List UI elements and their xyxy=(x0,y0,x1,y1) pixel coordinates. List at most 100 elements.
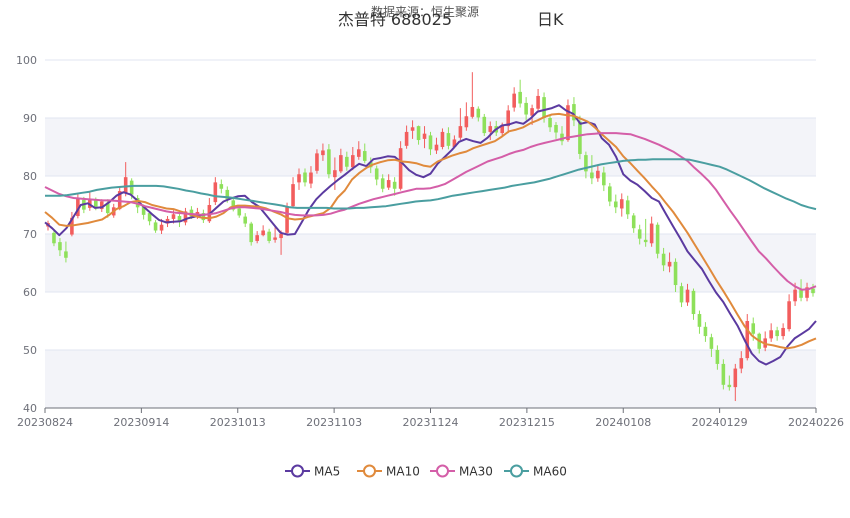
kline-chart: 数据来源：恒生聚源 杰普特 688025 日K 405060708090100 … xyxy=(16,4,844,479)
candle-body xyxy=(398,148,403,189)
chart-title-suffix: 日K xyxy=(537,10,564,29)
candle-body xyxy=(655,224,660,254)
legend[interactable]: MA5 MA10 MA30 MA60 xyxy=(285,464,567,479)
legend-item-ma60[interactable]: MA60 xyxy=(504,464,567,479)
candle-body xyxy=(129,180,134,195)
candle-body xyxy=(775,330,779,337)
candle-body xyxy=(374,168,379,180)
candle-body xyxy=(536,95,540,109)
candle-body xyxy=(649,223,654,244)
candle-body xyxy=(422,133,427,139)
grid-band xyxy=(45,234,816,292)
x-tick-label: 20230914 xyxy=(113,416,169,429)
legend-marker xyxy=(510,464,523,478)
grid-band xyxy=(45,350,816,408)
candle-body xyxy=(428,135,433,150)
candle-body xyxy=(799,289,803,298)
candle-body xyxy=(619,199,624,209)
candle-body xyxy=(362,151,367,161)
candle-body xyxy=(94,200,98,207)
candle-body xyxy=(512,93,516,108)
x-tick-label: 20231013 xyxy=(210,416,266,429)
candle-body xyxy=(691,290,696,315)
candle-body xyxy=(345,156,349,167)
candle xyxy=(608,182,612,207)
candle xyxy=(177,212,182,228)
candle-body xyxy=(434,144,439,151)
candle xyxy=(679,282,684,308)
x-tick-label: 20231215 xyxy=(499,416,555,429)
candle-body xyxy=(637,229,642,239)
candle xyxy=(697,310,702,334)
candle-body xyxy=(177,216,182,221)
candle-body xyxy=(237,208,242,216)
candle-body xyxy=(715,350,720,364)
candle-body xyxy=(751,323,756,334)
candle-body xyxy=(613,201,618,208)
candle xyxy=(231,197,236,212)
candle xyxy=(703,322,708,342)
candle-body xyxy=(727,384,732,388)
candle-body xyxy=(661,253,666,266)
candle-body xyxy=(781,327,785,337)
candle xyxy=(380,174,385,193)
y-tick-label: 90 xyxy=(23,112,37,125)
candle-body xyxy=(440,131,445,147)
candle-body xyxy=(410,127,415,131)
candle-body xyxy=(673,261,678,286)
candle-body xyxy=(315,153,319,171)
candle xyxy=(524,97,528,121)
candle-body xyxy=(733,368,738,388)
candle xyxy=(374,165,379,186)
candle-body xyxy=(548,118,552,128)
candle-body xyxy=(267,231,271,241)
candle xyxy=(482,113,487,136)
y-tick-label: 50 xyxy=(23,344,37,357)
x-tick-label: 20231124 xyxy=(403,416,459,429)
candle xyxy=(518,79,522,108)
candle-body xyxy=(303,172,307,183)
candle-body xyxy=(739,358,744,369)
candle xyxy=(625,195,630,219)
legend-item-ma10[interactable]: MA10 xyxy=(357,464,420,479)
candle-body xyxy=(793,289,797,302)
candle-body xyxy=(464,116,469,128)
candle xyxy=(243,213,248,228)
candle-body xyxy=(404,131,409,146)
candle-body xyxy=(470,106,475,117)
candle-body xyxy=(602,172,606,186)
candle-body xyxy=(482,116,487,134)
candle-body xyxy=(386,180,391,188)
candle xyxy=(291,177,295,208)
candle xyxy=(536,89,540,111)
legend-item-ma30[interactable]: MA30 xyxy=(430,464,493,479)
candle-body xyxy=(685,289,690,303)
candle-body xyxy=(769,330,773,339)
candle xyxy=(183,207,188,226)
candle xyxy=(464,102,469,131)
candle-body xyxy=(309,172,313,184)
candle-body xyxy=(667,261,672,267)
candle-body xyxy=(261,230,265,236)
candle xyxy=(769,323,773,342)
candle xyxy=(261,225,265,237)
legend-label: MA60 xyxy=(533,465,567,479)
y-axis: 40 50 60 70 80 90 100 xyxy=(16,54,37,415)
candle xyxy=(613,194,618,214)
candle-body xyxy=(356,149,361,157)
candle xyxy=(512,87,516,112)
legend-marker xyxy=(291,464,304,478)
candle-body xyxy=(542,97,546,118)
y-tick-label: 80 xyxy=(23,170,37,183)
legend-item-ma5[interactable]: MA5 xyxy=(285,464,340,479)
legend-label: MA10 xyxy=(386,465,420,479)
candle-body xyxy=(709,337,714,349)
legend-marker xyxy=(436,464,449,478)
candle xyxy=(219,179,224,194)
candle xyxy=(787,294,791,332)
candle-body xyxy=(171,214,176,219)
x-tick-label: 20240226 xyxy=(788,416,844,429)
candle-body xyxy=(392,181,397,189)
candle-body xyxy=(285,207,289,233)
legend-label: MA30 xyxy=(459,465,493,479)
